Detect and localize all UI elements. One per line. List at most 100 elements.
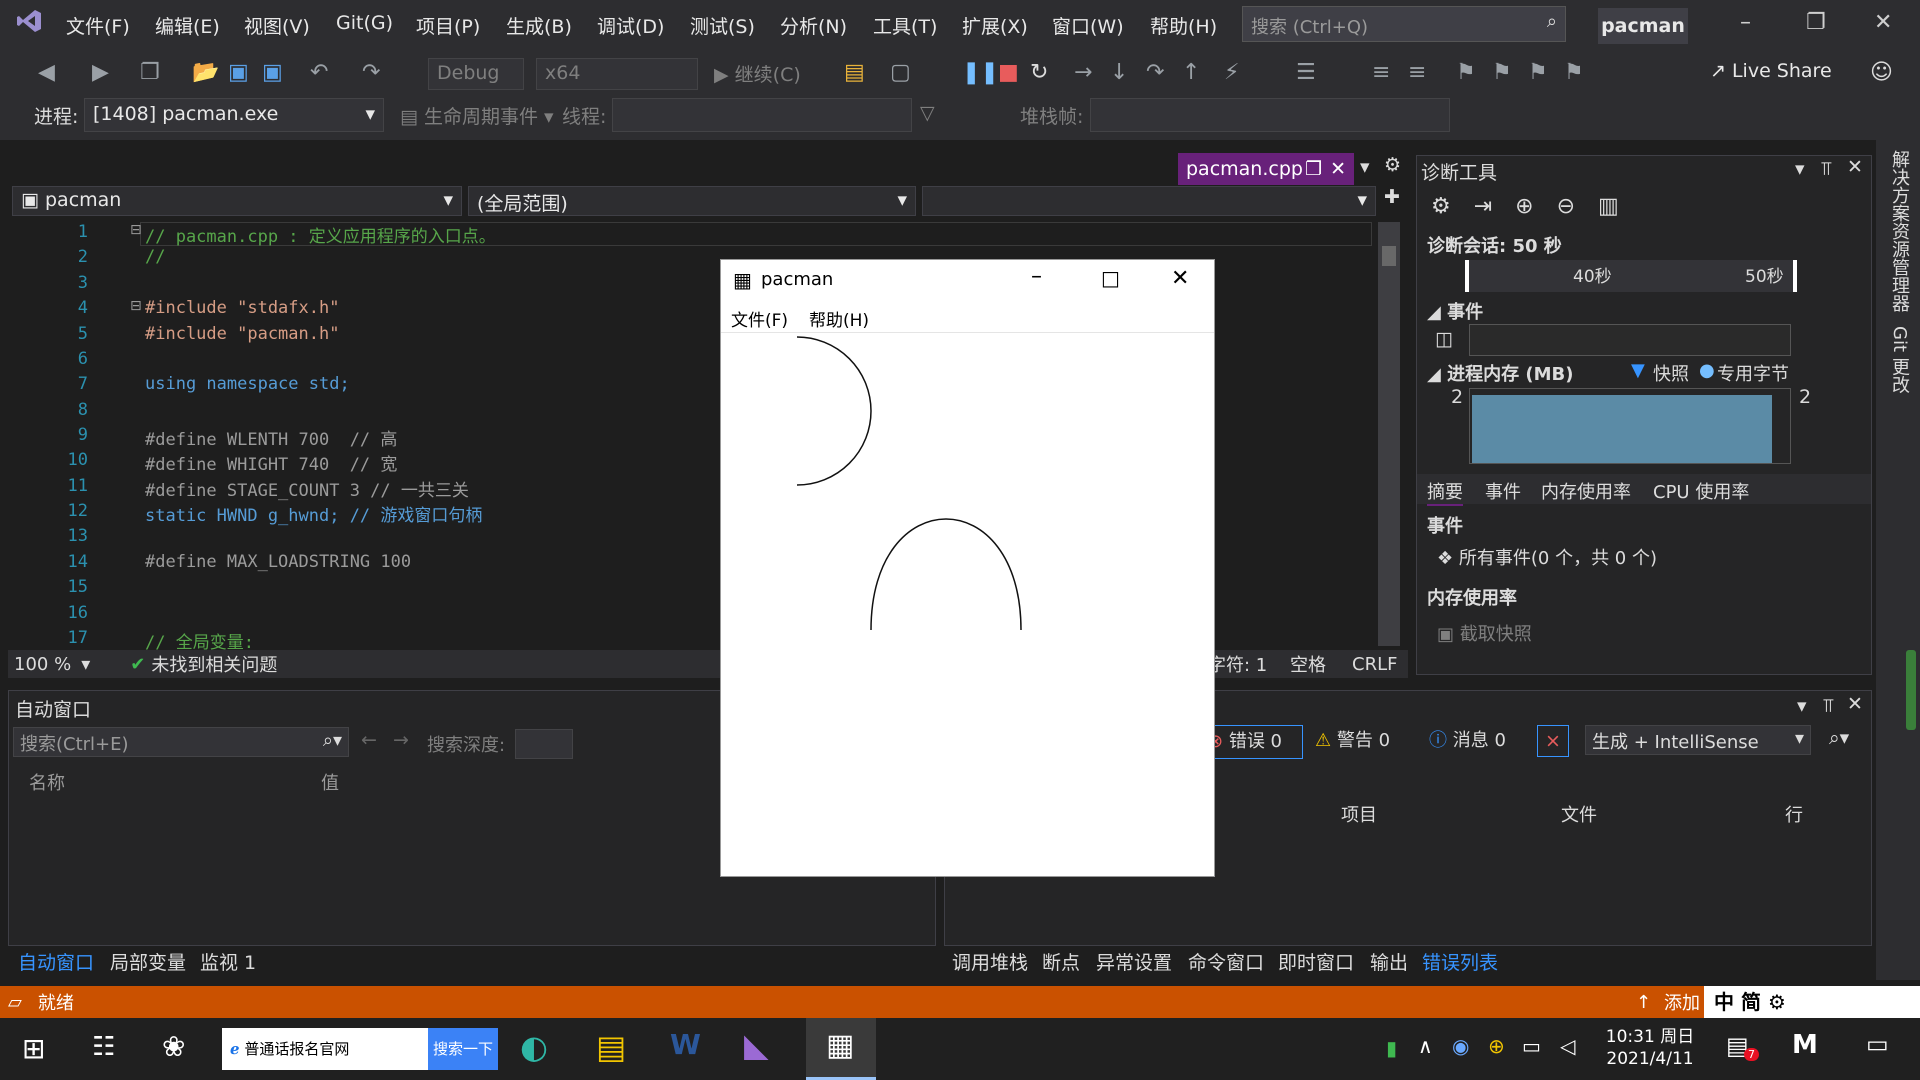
menu-debug[interactable]: 调试(D) bbox=[597, 12, 664, 39]
ime-settings-icon[interactable]: ⚙ bbox=[1768, 990, 1786, 1014]
battery-icon[interactable]: ▮ bbox=[1386, 1036, 1397, 1060]
tab-cpu-usage[interactable]: CPU 使用率 bbox=[1653, 478, 1749, 504]
menu-file[interactable]: 文件(F) bbox=[66, 12, 130, 39]
tab-error-list[interactable]: 错误列表 bbox=[1422, 948, 1498, 975]
nav-member-select[interactable]: ▾ bbox=[922, 186, 1376, 216]
pacman-menu-help[interactable]: 帮助(H) bbox=[809, 306, 869, 331]
minimize-icon[interactable]: – bbox=[1031, 264, 1042, 289]
tab-immediate[interactable]: 即时窗口 bbox=[1278, 948, 1354, 975]
undo-icon[interactable]: ↶ bbox=[310, 60, 328, 85]
menu-git[interactable]: Git(G) bbox=[336, 12, 393, 34]
next-bookmark-icon[interactable]: ⚑ bbox=[1528, 60, 1548, 85]
pin-icon[interactable]: ⫪ bbox=[1821, 158, 1832, 180]
task-view-icon[interactable]: ☷ bbox=[92, 1032, 115, 1062]
clock[interactable]: 10:31 周日 2021/4/11 bbox=[1600, 1026, 1700, 1070]
menu-help[interactable]: 帮助(H) bbox=[1150, 12, 1217, 39]
live-share-button[interactable]: ↗ Live Share bbox=[1710, 60, 1832, 82]
pin-icon[interactable]: ❐ bbox=[1305, 153, 1322, 185]
tab-summary[interactable]: 摘要 bbox=[1427, 478, 1463, 506]
comment-icon[interactable]: ≡ bbox=[1372, 60, 1390, 85]
col-line-header[interactable]: 行 bbox=[1785, 801, 1803, 827]
thread-select[interactable] bbox=[612, 98, 912, 132]
word-icon[interactable]: W bbox=[670, 1028, 701, 1061]
volume-icon[interactable]: ◁ bbox=[1560, 1034, 1575, 1058]
dropdown-icon[interactable]: ▾ bbox=[1795, 158, 1805, 180]
split-icon[interactable]: ✚ bbox=[1384, 186, 1400, 208]
restart-icon[interactable]: ↻ bbox=[1030, 60, 1048, 85]
filter-icon[interactable]: ▽ bbox=[920, 102, 935, 124]
menu-build[interactable]: 生成(B) bbox=[506, 12, 572, 39]
clear-bookmarks-icon[interactable]: ⚑ bbox=[1564, 60, 1584, 85]
show-next-statement-icon[interactable]: → bbox=[1074, 60, 1092, 85]
col-name-header[interactable]: 名称 bbox=[29, 769, 65, 795]
stop-icon[interactable]: ■ bbox=[998, 60, 1019, 85]
tab-close-icon[interactable]: ✕ bbox=[1330, 153, 1346, 185]
screenshot-icon[interactable]: ▢ bbox=[890, 60, 911, 85]
tab-dropdown-icon[interactable]: ▾ bbox=[1360, 156, 1370, 178]
step-out-icon[interactable]: ↑ bbox=[1182, 60, 1200, 85]
tab-output[interactable]: 输出 bbox=[1370, 948, 1408, 975]
col-value-header[interactable]: 值 bbox=[321, 769, 339, 795]
build-filter-select[interactable]: 生成 + IntelliSense ▾ bbox=[1585, 725, 1811, 755]
tab-watch1[interactable]: 监视 1 bbox=[200, 948, 256, 975]
solution-explorer-tab[interactable]: 解决方案资源管理器 bbox=[1886, 150, 1912, 312]
tray-green-icon[interactable]: ⊕ bbox=[1488, 1034, 1505, 1058]
pacman-menu-file[interactable]: 文件(F) bbox=[731, 306, 788, 331]
feedback-icon[interactable]: ☺ bbox=[1870, 60, 1893, 85]
save-all-icon[interactable]: ▣ bbox=[262, 60, 283, 85]
forward-icon[interactable]: ▶ bbox=[92, 60, 109, 85]
tab-memory-usage[interactable]: 内存使用率 bbox=[1541, 478, 1631, 504]
errors-filter-button[interactable]: ⊗ 错误 0 bbox=[1207, 725, 1303, 759]
mini-scrollbar[interactable] bbox=[1906, 650, 1916, 730]
uncomment-icon[interactable]: ≡ bbox=[1408, 60, 1426, 85]
settings-icon[interactable]: ⚙ bbox=[1431, 194, 1451, 219]
step-over-icon[interactable]: ↷ bbox=[1146, 60, 1164, 85]
search-input[interactable]: 搜索 (Ctrl+Q) ⌕ bbox=[1242, 6, 1566, 42]
export-icon[interactable]: ⇥ bbox=[1474, 194, 1492, 219]
dropdown-icon[interactable]: ▾ bbox=[1797, 695, 1807, 717]
pacman-titlebar[interactable]: ▦ pacman – □ ✕ bbox=[721, 260, 1214, 300]
step-into-icon[interactable]: ↓ bbox=[1110, 60, 1128, 85]
issues-status[interactable]: 未找到相关问题 bbox=[151, 651, 277, 677]
col-file-header[interactable]: 文件 bbox=[1561, 801, 1597, 827]
close-icon[interactable]: ✕ bbox=[1874, 10, 1892, 35]
pause-icon[interactable]: ❚❚ bbox=[962, 60, 999, 85]
edge-icon[interactable]: ◐ bbox=[520, 1028, 548, 1066]
new-project-icon[interactable]: ❐ bbox=[140, 60, 160, 85]
ime-toolbar[interactable]: 中 简 ⚙ bbox=[1704, 986, 1920, 1018]
search-icon[interactable]: ⌕▾ bbox=[1829, 727, 1849, 749]
upload-icon[interactable]: ↑ bbox=[1636, 992, 1651, 1013]
maximize-icon[interactable]: □ bbox=[1101, 266, 1120, 290]
minimize-icon[interactable]: – bbox=[1740, 10, 1751, 35]
editor-scrollbar[interactable] bbox=[1378, 222, 1400, 646]
take-snapshot-button[interactable]: ▣ 截取快照 bbox=[1437, 620, 1532, 646]
stackframe-select[interactable] bbox=[1090, 98, 1450, 132]
config-select[interactable]: Debug bbox=[428, 58, 524, 90]
zoom-in-icon[interactable]: ⊕ bbox=[1515, 194, 1533, 219]
line-ending[interactable]: CRLF bbox=[1352, 654, 1397, 675]
close-icon[interactable]: ✕ bbox=[1847, 156, 1863, 178]
warnings-filter-button[interactable]: ⚠ 警告 0 bbox=[1315, 725, 1390, 757]
events-track-header[interactable]: ◢ 事件 bbox=[1427, 298, 1483, 324]
tab-pacman-cpp[interactable]: pacman.cpp ❐ ✕ bbox=[1178, 153, 1354, 185]
prev-bookmark-icon[interactable]: ⚑ bbox=[1492, 60, 1512, 85]
save-icon[interactable]: ▣ bbox=[228, 60, 249, 85]
hot-reload-icon[interactable]: ⚡ bbox=[1224, 60, 1239, 85]
tab-exception-settings[interactable]: 异常设置 bbox=[1096, 948, 1172, 975]
network-icon[interactable]: ▭ bbox=[1522, 1034, 1541, 1058]
process-select[interactable]: [1408] pacman.exe ▾ bbox=[84, 98, 384, 132]
restore-icon[interactable]: ❐ bbox=[1806, 10, 1826, 35]
back-icon[interactable]: ◀ bbox=[38, 60, 55, 85]
nav-scope-select[interactable]: (全局范围) ▾ bbox=[468, 186, 916, 216]
messages-filter-button[interactable]: ⓘ 消息 0 bbox=[1429, 725, 1506, 757]
all-events-link[interactable]: ❖ 所有事件(0 个，共 0 个) bbox=[1437, 544, 1657, 570]
input-indicator-icon[interactable]: M bbox=[1792, 1030, 1818, 1060]
tab-command-window[interactable]: 命令窗口 bbox=[1188, 948, 1264, 975]
collapse-icon[interactable]: ⊟ bbox=[130, 222, 142, 238]
lifecycle-events[interactable]: ▤ 生命周期事件 ▾ bbox=[400, 102, 554, 129]
menu-edit[interactable]: 编辑(E) bbox=[155, 12, 220, 39]
process-icon[interactable]: ▤ bbox=[844, 60, 865, 85]
taskbar-search-input[interactable]: ℯ 普通话报名官网 bbox=[222, 1028, 428, 1070]
menu-project[interactable]: 项目(P) bbox=[416, 12, 480, 39]
bookmark-icon[interactable]: ⚑ bbox=[1456, 60, 1476, 85]
